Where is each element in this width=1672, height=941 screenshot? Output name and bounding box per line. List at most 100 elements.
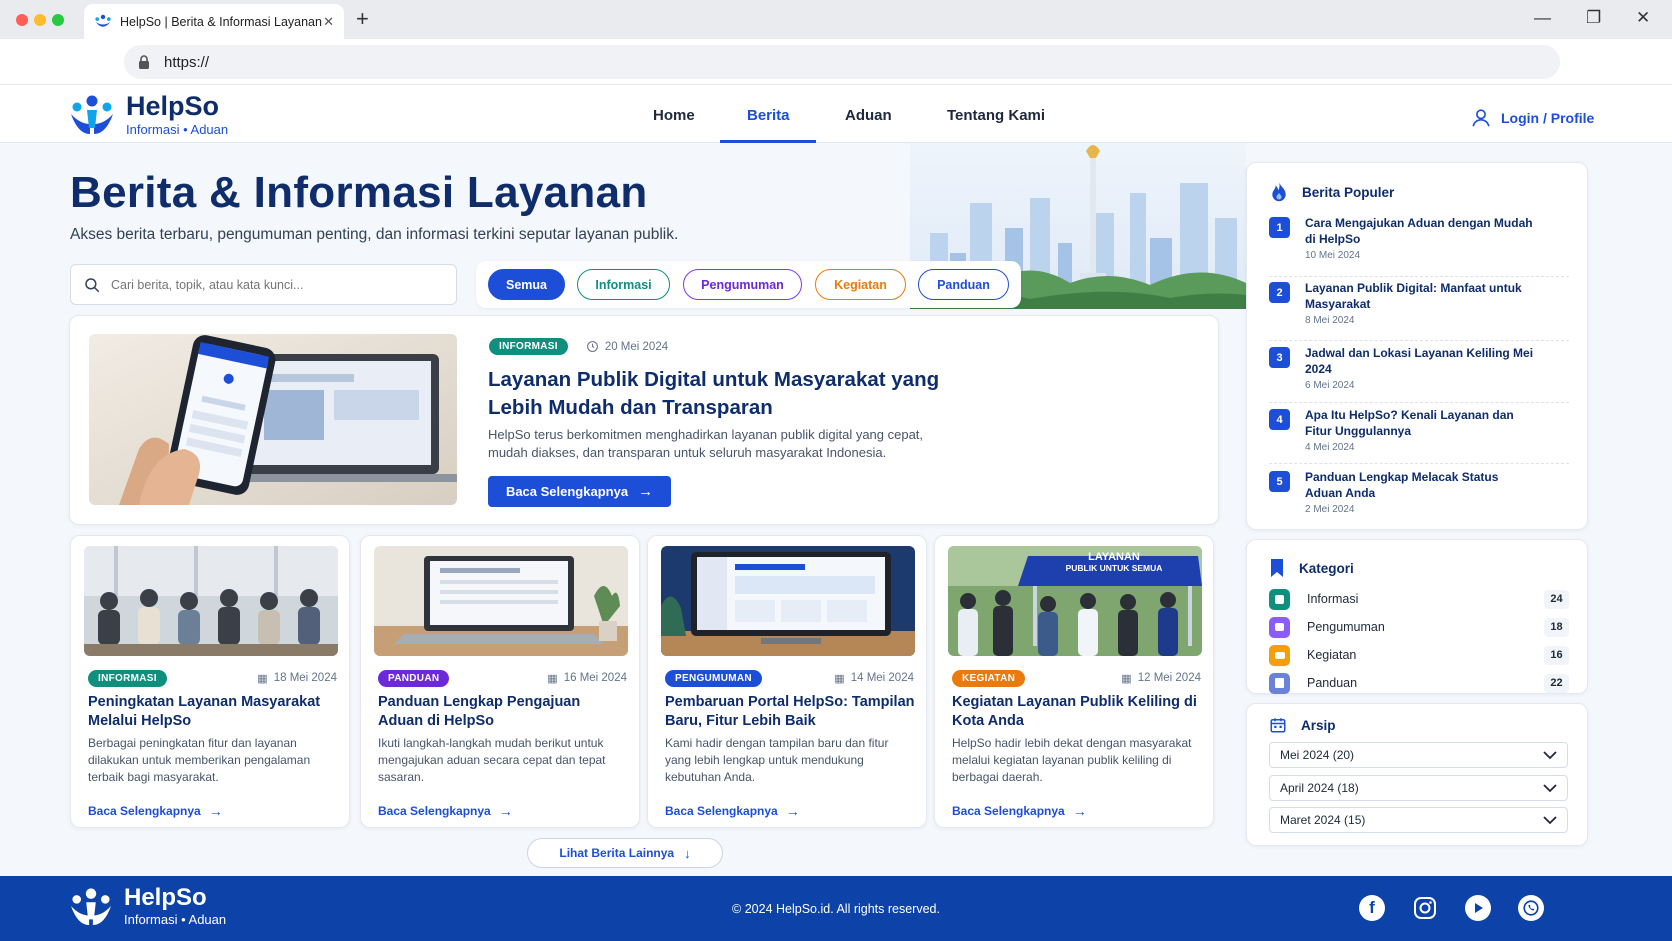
filter-informasi[interactable]: Informasi [577, 269, 670, 300]
featured-description: HelpSo terus berkomitmen menghadirkan la… [488, 427, 924, 460]
category-item-informasi[interactable]: Informasi 24 [1269, 588, 1569, 610]
popular-item-date: 10 Mei 2024 [1305, 250, 1361, 261]
arrow-right-icon: → [638, 483, 654, 500]
news-read-more-link[interactable]: Baca Selengkapnya → [378, 803, 513, 819]
instagram-icon[interactable] [1412, 895, 1438, 921]
active-nav-indicator [720, 140, 816, 143]
popular-item-date: 6 Mei 2024 [1305, 380, 1355, 391]
maximize-window-dot[interactable] [52, 14, 64, 26]
news-meta: INFORMASI ▦ 18 Mei 2024 [88, 669, 337, 687]
popular-item[interactable]: 1 Cara Mengajukan Aduan dengan Mudah di … [1269, 215, 1569, 271]
user-icon [1472, 109, 1490, 127]
news-read-more-link[interactable]: Baca Selengkapnya → [952, 803, 1087, 819]
category-item-kegiatan[interactable]: Kegiatan 16 [1269, 644, 1569, 666]
brand-logo[interactable]: HelpSo Informasi • Aduan [68, 93, 228, 137]
category-label: Panduan [1307, 676, 1358, 690]
news-image-meeting [84, 546, 338, 656]
restore-icon[interactable]: ❐ [1586, 8, 1601, 28]
site-header: HelpSo Informasi • Aduan Home Berita Adu… [0, 85, 1672, 143]
nav-home[interactable]: Home [653, 107, 695, 124]
news-badge: KEGIATAN [952, 669, 1026, 687]
facebook-icon[interactable]: f [1359, 895, 1385, 921]
browser-tab[interactable]: HelpSo | Berita & Informasi Layanan ✕ [84, 4, 344, 39]
news-title[interactable]: Panduan Lengkap Pengajuan Aduan di HelpS… [378, 693, 628, 731]
news-title[interactable]: Peningkatan Layanan Masyarakat Melalui H… [88, 693, 338, 731]
news-meta: KEGIATAN ▦ 12 Mei 2024 [952, 669, 1201, 687]
search-input[interactable] [111, 277, 444, 292]
news-date: ▦ 16 Mei 2024 [547, 672, 627, 685]
archive-select-maret[interactable]: Maret 2024 (15) [1269, 807, 1568, 833]
popular-item[interactable]: 3 Jadwal dan Lokasi Layanan Keliling Mei… [1269, 345, 1569, 401]
featured-button-label: Baca Selengkapnya [505, 484, 629, 499]
read-more-label: Baca Selengkapnya [952, 804, 1065, 818]
popular-item-date: 2 Mei 2024 [1305, 504, 1355, 515]
filter-panduan[interactable]: Panduan [918, 269, 1009, 300]
news-card[interactable]: PANDUAN ▦ 16 Mei 2024 Panduan Lengkap Pen… [360, 535, 640, 828]
login-profile-link[interactable]: Login / Profile [1470, 107, 1594, 129]
nav-tentang-kami[interactable]: Tentang Kami [947, 107, 1045, 124]
arrow-right-icon: → [785, 803, 800, 819]
news-title[interactable]: Pembaruan Portal HelpSo: Tampilan Baru, … [665, 693, 915, 731]
filter-semua[interactable]: Semua [488, 269, 565, 300]
close-icon[interactable]: ✕ [1636, 8, 1650, 28]
news-card[interactable]: LAYANAN PUBLIK UNTUK SEMUA KEGIATAN ▦ 12 … [934, 535, 1214, 828]
popular-item[interactable]: 4 Apa Itu HelpSo? Kenali Layanan dan Fit… [1269, 407, 1569, 463]
close-window-dot[interactable] [16, 14, 28, 26]
load-more-label: Lihat Berita Lainnya [559, 846, 675, 860]
featured-read-more-button[interactable]: Baca Selengkapnya → [488, 476, 671, 507]
news-date-text: 16 Mei 2024 [563, 672, 627, 684]
divider [1269, 276, 1569, 277]
whatsapp-icon[interactable] [1518, 895, 1544, 921]
news-card[interactable]: INFORMASI ▦ 18 Mei 2024 Peningkatan Layan… [70, 535, 350, 828]
minimize-window-dot[interactable] [34, 14, 46, 26]
archive-option-label: Mei 2024 (20) [1280, 748, 1355, 762]
tab-close-icon[interactable]: ✕ [323, 14, 334, 30]
news-date: ▦ 14 Mei 2024 [834, 672, 914, 685]
featured-badge: INFORMASI [489, 338, 568, 355]
popular-item[interactable]: 2 Layanan Publik Digital: Manfaat untuk … [1269, 280, 1569, 336]
popular-item-title: Panduan Lengkap Melacak Status Aduan And… [1305, 470, 1499, 500]
url-omnibox[interactable]: https:// [124, 45, 1560, 79]
tent-banner-line1: LAYANAN [1088, 551, 1140, 563]
search-box[interactable] [70, 264, 457, 305]
archive-select-april[interactable]: April 2024 (18) [1269, 775, 1568, 801]
popular-rank: 5 [1269, 471, 1290, 492]
filter-kegiatan[interactable]: Kegiatan [815, 269, 906, 300]
news-card[interactable]: PENGUMUMAN ▦ 14 Mei 2024 Pembaruan Portal… [647, 535, 927, 828]
nav-aduan[interactable]: Aduan [845, 107, 892, 124]
login-label: Login / Profile [1501, 110, 1595, 126]
news-badge: PENGUMUMAN [665, 669, 762, 687]
people-icon [1269, 644, 1290, 666]
minimize-icon[interactable]: — [1534, 8, 1551, 28]
archive-header: Arsip [1269, 716, 1336, 734]
page-title: Berita & Informasi Layanan [70, 168, 648, 217]
helpso-favicon-icon [95, 14, 111, 27]
divider [1269, 402, 1569, 403]
news-date-text: 12 Mei 2024 [1137, 672, 1201, 684]
divider [1269, 340, 1569, 341]
archive-select-mei[interactable]: Mei 2024 (20) [1269, 742, 1568, 768]
site-footer: HelpSo Informasi • Aduan © 2024 HelpSo.i… [0, 876, 1672, 941]
load-more-button[interactable]: Lihat Berita Lainnya ↓ [527, 838, 723, 868]
category-item-pengumuman[interactable]: Pengumuman 18 [1269, 616, 1569, 638]
news-title[interactable]: Kegiatan Layanan Publik Keliling di Kota… [952, 693, 1202, 731]
news-read-more-link[interactable]: Baca Selengkapnya → [88, 803, 223, 819]
popular-rank: 3 [1269, 347, 1290, 368]
news-meta: PANDUAN ▦ 16 Mei 2024 [378, 669, 627, 687]
brand-tagline: Informasi • Aduan [126, 122, 229, 137]
category-item-panduan[interactable]: Panduan 22 [1269, 672, 1569, 694]
news-description: Kami hadir dengan tampilan baru dan fitu… [665, 736, 889, 784]
news-image-portal [661, 546, 915, 656]
popular-item[interactable]: 5 Panduan Lengkap Melacak Status Aduan A… [1269, 469, 1569, 525]
popular-item-date: 8 Mei 2024 [1305, 315, 1355, 326]
news-image-laptop [374, 546, 628, 656]
new-tab-icon[interactable]: + [356, 6, 369, 32]
book-icon [1269, 672, 1290, 694]
youtube-icon[interactable] [1465, 895, 1491, 921]
nav-berita[interactable]: Berita [747, 107, 790, 124]
filter-pengumuman[interactable]: Pengumuman [683, 269, 802, 300]
featured-title[interactable]: Layanan Publik Digital untuk Masyarakat … [488, 366, 958, 422]
arrow-down-icon: ↓ [684, 845, 691, 861]
news-read-more-link[interactable]: Baca Selengkapnya → [665, 803, 800, 819]
calendar-icon: ▦ [1121, 672, 1132, 685]
